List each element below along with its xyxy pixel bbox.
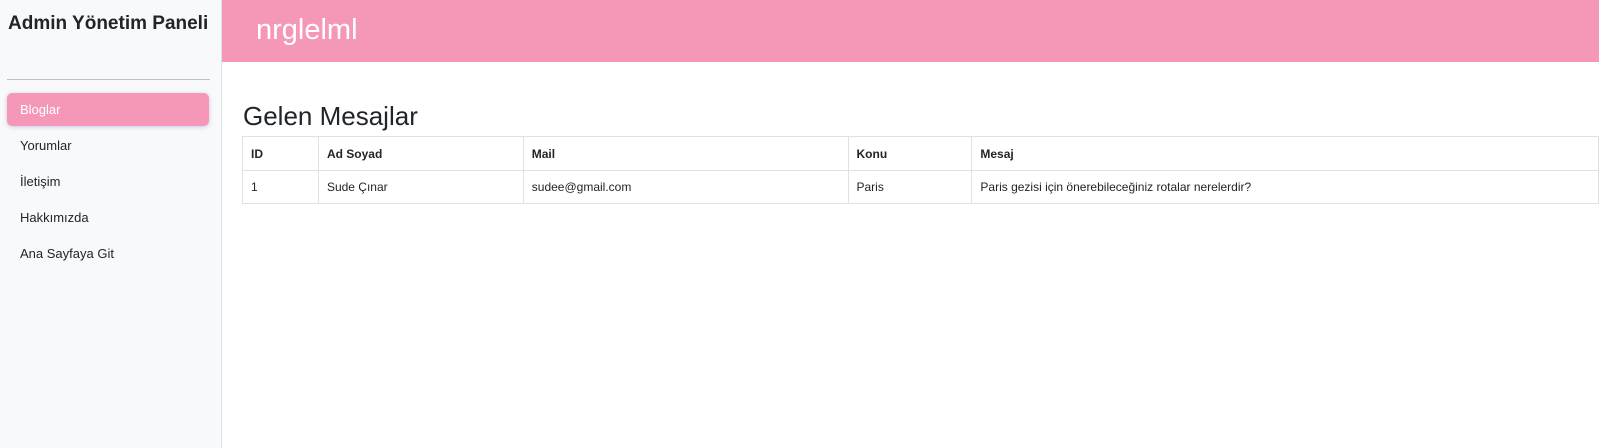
page-title: Gelen Mesajlar [243, 101, 418, 131]
column-header-name: Ad Soyad [317, 136, 524, 171]
cell-mail: sudee@gmail.com [522, 170, 849, 204]
column-header-id: ID [242, 136, 319, 171]
table-header-row: ID Ad Soyad Mail Konu Mesaj [242, 136, 1599, 171]
cell-message: Paris gezisi için önerebileceğiniz rotal… [971, 170, 1599, 204]
sidebar-divider [7, 79, 210, 80]
app-root: Admin Yönetim Paneli Bloglar Yorumlar İl… [0, 0, 1599, 448]
header-title: nrglelml [256, 14, 358, 46]
sidebar-item-ana-sayfa[interactable]: Ana Sayfaya Git [7, 237, 209, 270]
sidebar-nav: Bloglar Yorumlar İletişim Hakkımızda Ana… [7, 93, 209, 273]
top-header: nrglelml [222, 0, 1599, 62]
column-header-message: Mesaj [971, 136, 1599, 171]
cell-id: 1 [242, 170, 319, 204]
messages-table: ID Ad Soyad Mail Konu Mesaj 1 Sude Çınar… [242, 136, 1599, 204]
table-row: 1 Sude Çınar sudee@gmail.com Paris Paris… [242, 170, 1599, 204]
sidebar-item-iletisim[interactable]: İletişim [7, 165, 209, 198]
cell-subject: Paris [847, 170, 973, 204]
column-header-mail: Mail [522, 136, 849, 171]
cell-name: Sude Çınar [317, 170, 524, 204]
sidebar-item-hakkimizda[interactable]: Hakkımızda [7, 201, 209, 234]
column-header-subject: Konu [847, 136, 973, 171]
sidebar: Admin Yönetim Paneli Bloglar Yorumlar İl… [0, 0, 222, 448]
sidebar-title: Admin Yönetim Paneli [8, 13, 209, 34]
sidebar-item-yorumlar[interactable]: Yorumlar [7, 129, 209, 162]
sidebar-item-bloglar[interactable]: Bloglar [7, 93, 209, 126]
